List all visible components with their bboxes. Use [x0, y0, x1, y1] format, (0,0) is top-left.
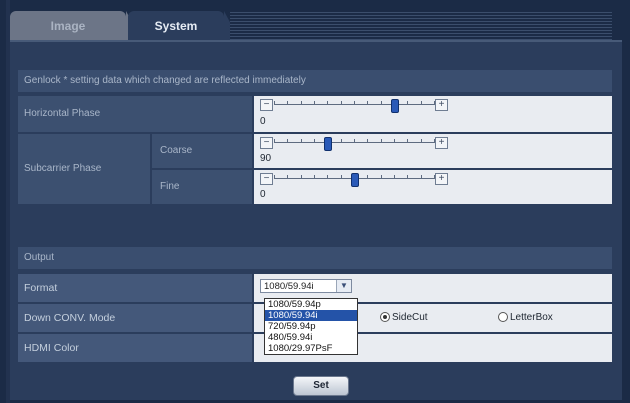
slider-tick: [274, 175, 275, 179]
slider-tick: [367, 175, 369, 179]
minus-icon[interactable]: −: [260, 99, 273, 111]
coarse-label: Coarse: [152, 134, 252, 168]
sidecut-label: SideCut: [392, 312, 428, 323]
slider-tick: [420, 139, 422, 143]
slider-tick: [407, 139, 409, 143]
slider-tick: [314, 139, 315, 143]
slider-tick: [394, 175, 395, 179]
slider-tick: [380, 139, 382, 143]
slider-tick: [340, 101, 342, 105]
slider-tick: [340, 139, 342, 143]
slider-tick: [314, 101, 315, 105]
slider-tick: [407, 175, 409, 179]
subcarrier-phase-label: Subcarrier Phase: [18, 134, 150, 204]
slider-tick: [367, 139, 369, 143]
slider-tick: [420, 101, 422, 105]
format-option[interactable]: 720/59.94p: [265, 321, 357, 332]
slider-tick: [354, 101, 355, 105]
slider-tick: [287, 101, 289, 105]
coarse-value-cell: − + 90: [254, 134, 612, 168]
slider-tick: [327, 101, 329, 105]
horizontal-phase-value: 0: [260, 116, 266, 127]
slider-tick: [300, 175, 302, 179]
down-conv-mode-label: Down CONV. Mode: [18, 304, 252, 332]
slider-tick: [287, 139, 289, 143]
slider-tick: [327, 175, 329, 179]
output-section-header: Output: [18, 247, 612, 269]
letterbox-radio[interactable]: LetterBox: [498, 312, 553, 323]
fine-value: 0: [260, 189, 266, 200]
horizontal-phase-row: Horizontal Phase − + 0: [18, 96, 612, 132]
slider-tick: [434, 101, 435, 105]
chevron-down-icon[interactable]: ▼: [336, 280, 351, 292]
format-label: Format: [18, 274, 252, 302]
tab-system[interactable]: System: [128, 11, 240, 41]
fine-value-cell: − + 0: [254, 170, 612, 204]
format-select[interactable]: 1080/59.94i ▼: [260, 279, 352, 293]
minus-icon[interactable]: −: [260, 137, 273, 149]
plus-icon[interactable]: +: [435, 173, 448, 185]
coarse-value: 90: [260, 153, 272, 164]
horizontal-phase-label: Horizontal Phase: [18, 96, 252, 132]
slider-thumb[interactable]: [391, 99, 399, 113]
slider-tick: [420, 175, 422, 179]
slider-tick: [354, 139, 355, 143]
radio-unchecked-icon: [498, 312, 508, 323]
set-button[interactable]: Set: [293, 376, 349, 396]
subcarrier-phase-row: Subcarrier Phase Coarse − + 90 Fine − + …: [18, 134, 612, 204]
tab-bar-stripes: [230, 12, 612, 40]
plus-icon[interactable]: +: [435, 99, 448, 111]
horizontal-phase-value-cell: − + 0: [254, 96, 612, 132]
format-dropdown-list[interactable]: 1080/59.94p 1080/59.94i 720/59.94p 480/5…: [264, 298, 358, 355]
slider-tick: [300, 101, 302, 105]
slider-tick: [300, 139, 302, 143]
slider-tick: [380, 175, 382, 179]
slider-thumb[interactable]: [323, 137, 332, 151]
slider-tick: [274, 101, 275, 105]
slider-tick: [380, 101, 382, 105]
slider-tick: [367, 101, 369, 105]
slider-tick: [394, 139, 395, 143]
format-option-highlighted[interactable]: 1080/59.94i: [265, 310, 357, 321]
coarse-slider[interactable]: − +: [260, 137, 448, 151]
plus-icon[interactable]: +: [435, 137, 448, 149]
fine-slider[interactable]: − +: [260, 173, 448, 187]
sidecut-radio[interactable]: SideCut: [380, 312, 428, 323]
slider-thumb[interactable]: [351, 173, 359, 187]
slider-tick: [434, 175, 435, 179]
horizontal-phase-slider[interactable]: − +: [260, 99, 448, 113]
fine-label: Fine: [152, 170, 252, 204]
format-option[interactable]: 1080/59.94p: [265, 299, 357, 310]
slider-tick: [434, 139, 435, 143]
letterbox-label: LetterBox: [510, 312, 553, 323]
slider-tick: [314, 175, 315, 179]
slider-tick: [407, 101, 409, 105]
slider-tick: [287, 175, 289, 179]
minus-icon[interactable]: −: [260, 173, 273, 185]
tab-image[interactable]: Image: [10, 11, 142, 41]
format-option[interactable]: 1080/29.97PsF: [265, 343, 357, 354]
format-option[interactable]: 480/59.94i: [265, 332, 357, 343]
slider-tick: [340, 175, 342, 179]
hdmi-color-label: HDMI Color: [18, 334, 252, 362]
format-selected-value: 1080/59.94i: [264, 281, 314, 292]
genlock-section-header: Genlock * setting data which changed are…: [18, 70, 612, 92]
slider-tick: [274, 139, 275, 143]
radio-checked-icon: [380, 312, 390, 323]
